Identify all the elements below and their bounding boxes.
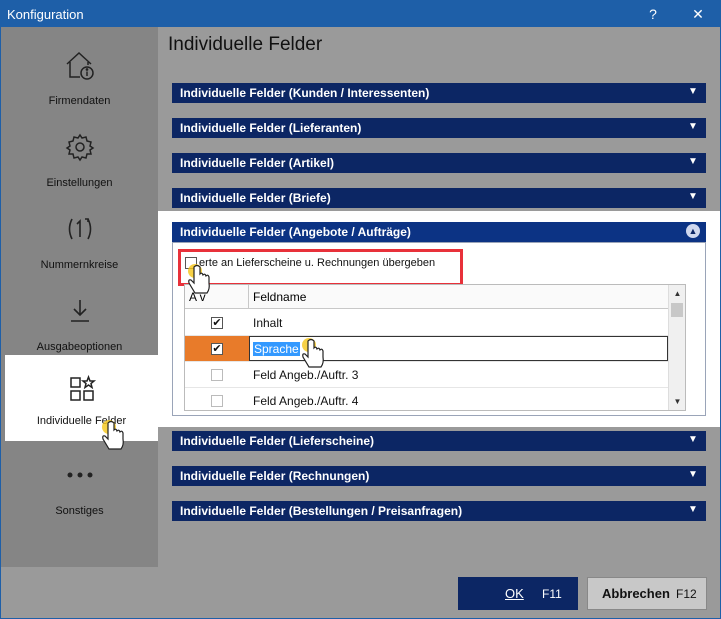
copy-values-label: erte an Lieferscheine u. Rechnungen über…	[199, 257, 436, 269]
chevron-double-down-icon[interactable]: ▼︎	[686, 120, 700, 134]
chevron-double-down-icon[interactable]: ▼︎	[686, 85, 700, 99]
section-header-lieferanten[interactable]: Individuelle Felder (Lieferanten) ▼︎	[172, 118, 706, 138]
sidebar-item-einstellungen[interactable]: Einstellungen	[1, 117, 158, 199]
section-header-briefe[interactable]: Individuelle Felder (Briefe) ▼︎	[172, 188, 706, 208]
active-checkbox[interactable]	[211, 369, 223, 381]
close-button[interactable]: ✕	[678, 1, 718, 27]
section-header-rechnungen[interactable]: Individuelle Felder (Rechnungen) ▼︎	[172, 466, 706, 486]
section-header-kunden[interactable]: Individuelle Felder (Kunden / Interessen…	[172, 83, 706, 103]
fields-grid: A v Feldname ✔ Inhalt ✔ Sprache Feld Ang…	[184, 284, 686, 411]
download-icon	[1, 293, 158, 329]
expanded-panel-angebote: Individuelle Felder (Angebote / Aufträge…	[158, 211, 720, 427]
active-checkbox[interactable]	[211, 395, 223, 407]
section-label: Individuelle Felder (Lieferanten)	[180, 121, 362, 135]
scroll-thumb[interactable]	[671, 303, 683, 317]
sidebar-item-label: Ausgabeoptionen	[36, 341, 123, 353]
copy-values-option[interactable]: erte an Lieferscheine u. Rechnungen über…	[185, 257, 435, 269]
table-row[interactable]: Feld Angeb./Auftr. 3	[185, 362, 668, 388]
copy-values-checkbox[interactable]	[185, 257, 197, 269]
home-info-icon	[1, 47, 158, 83]
cancel-label: Abbrechen	[602, 586, 670, 601]
section-header-artikel[interactable]: Individuelle Felder (Artikel) ▼︎	[172, 153, 706, 173]
panel-body: erte an Lieferscheine u. Rechnungen über…	[172, 242, 706, 416]
table-row[interactable]: ✔ Inhalt	[185, 310, 668, 336]
chevron-double-down-icon[interactable]: ▼︎	[686, 155, 700, 169]
active-checkbox[interactable]: ✔	[211, 343, 223, 355]
scroll-up-icon[interactable]: ▲︎	[669, 285, 685, 302]
sidebar: Firmendaten Einstellungen Nummernkreise	[1, 27, 158, 567]
section-label: Individuelle Felder (Kunden / Interessen…	[180, 86, 430, 100]
cancel-button[interactable]: Abbrechen F12	[587, 577, 707, 610]
custom-fields-icon	[5, 371, 158, 407]
gear-icon	[1, 129, 158, 165]
sidebar-item-label: Firmendaten	[48, 95, 111, 107]
ok-button[interactable]: OK F11	[458, 577, 578, 610]
cancel-shortcut: F12	[676, 587, 697, 601]
field-name: Inhalt	[253, 316, 283, 330]
column-header-feldname[interactable]: Feldname	[253, 290, 306, 304]
dialog-footer: OK F11 Abbrechen F12	[1, 567, 720, 618]
section-label: Individuelle Felder (Rechnungen)	[180, 469, 370, 483]
chevron-double-down-icon[interactable]: ▼︎	[686, 433, 700, 447]
sidebar-item-individuelle-felder[interactable]: Individuelle Felder	[5, 355, 158, 441]
chevron-double-up-icon[interactable]: ▲︎	[686, 224, 700, 238]
chevron-double-down-icon[interactable]: ▼︎	[686, 468, 700, 482]
sidebar-item-label: Einstellungen	[46, 177, 113, 189]
field-name: Feld Angeb./Auftr. 4	[253, 394, 359, 408]
table-row-selected[interactable]: ✔ Sprache	[185, 336, 668, 362]
column-header-active[interactable]: A v	[185, 285, 249, 309]
sidebar-item-nummernkreise[interactable]: Nummernkreise	[1, 199, 158, 281]
sidebar-item-sonstiges[interactable]: Sonstiges	[1, 445, 158, 527]
sidebar-item-firmendaten[interactable]: Firmendaten	[1, 35, 158, 117]
sidebar-item-label: Individuelle Felder	[36, 415, 127, 427]
field-name-selected-text: Sprache	[253, 342, 300, 356]
section-label: Individuelle Felder (Artikel)	[180, 156, 335, 170]
title-bar: Konfiguration ? ✕	[1, 1, 720, 27]
table-row[interactable]: Feld Angeb./Auftr. 4	[185, 388, 668, 410]
window-title: Konfiguration	[7, 7, 84, 22]
more-icon	[1, 457, 158, 493]
section-header-bestellungen[interactable]: Individuelle Felder (Bestellungen / Prei…	[172, 501, 706, 521]
section-label: Individuelle Felder (Bestellungen / Prei…	[180, 504, 463, 518]
active-checkbox[interactable]: ✔	[211, 317, 223, 329]
ok-label: OK	[505, 586, 524, 601]
chevron-double-down-icon[interactable]: ▼︎	[686, 503, 700, 517]
ok-shortcut: F11	[542, 587, 562, 601]
page-title: Individuelle Felder	[168, 34, 323, 55]
scroll-down-icon[interactable]: ▼︎	[669, 393, 685, 410]
chevron-double-down-icon[interactable]: ▼︎	[686, 190, 700, 204]
configuration-dialog: Konfiguration ? ✕ Firmendaten Einstellun…	[0, 0, 721, 619]
main-content: Individuelle Felder Individuelle Felder …	[158, 27, 720, 567]
section-label: Individuelle Felder (Briefe)	[180, 191, 331, 205]
grid-scrollbar[interactable]: ▲︎ ▼︎	[668, 285, 685, 410]
section-label: Individuelle Felder (Lieferscheine)	[180, 434, 375, 448]
help-button[interactable]: ?	[633, 1, 673, 27]
numbering-icon	[1, 211, 158, 247]
grid-header: A v Feldname	[185, 285, 685, 309]
sidebar-item-ausgabeoptionen[interactable]: Ausgabeoptionen	[1, 281, 158, 363]
field-name-edit[interactable]: Sprache	[249, 336, 668, 361]
section-label: Individuelle Felder (Angebote / Aufträge…	[180, 225, 411, 239]
sidebar-item-label: Nummernkreise	[40, 259, 119, 271]
sidebar-item-label: Sonstiges	[55, 505, 104, 517]
section-header-angebote[interactable]: Individuelle Felder (Angebote / Aufträge…	[172, 222, 706, 242]
section-header-lieferscheine[interactable]: Individuelle Felder (Lieferscheine) ▼︎	[172, 431, 706, 451]
field-name: Feld Angeb./Auftr. 3	[253, 368, 359, 382]
